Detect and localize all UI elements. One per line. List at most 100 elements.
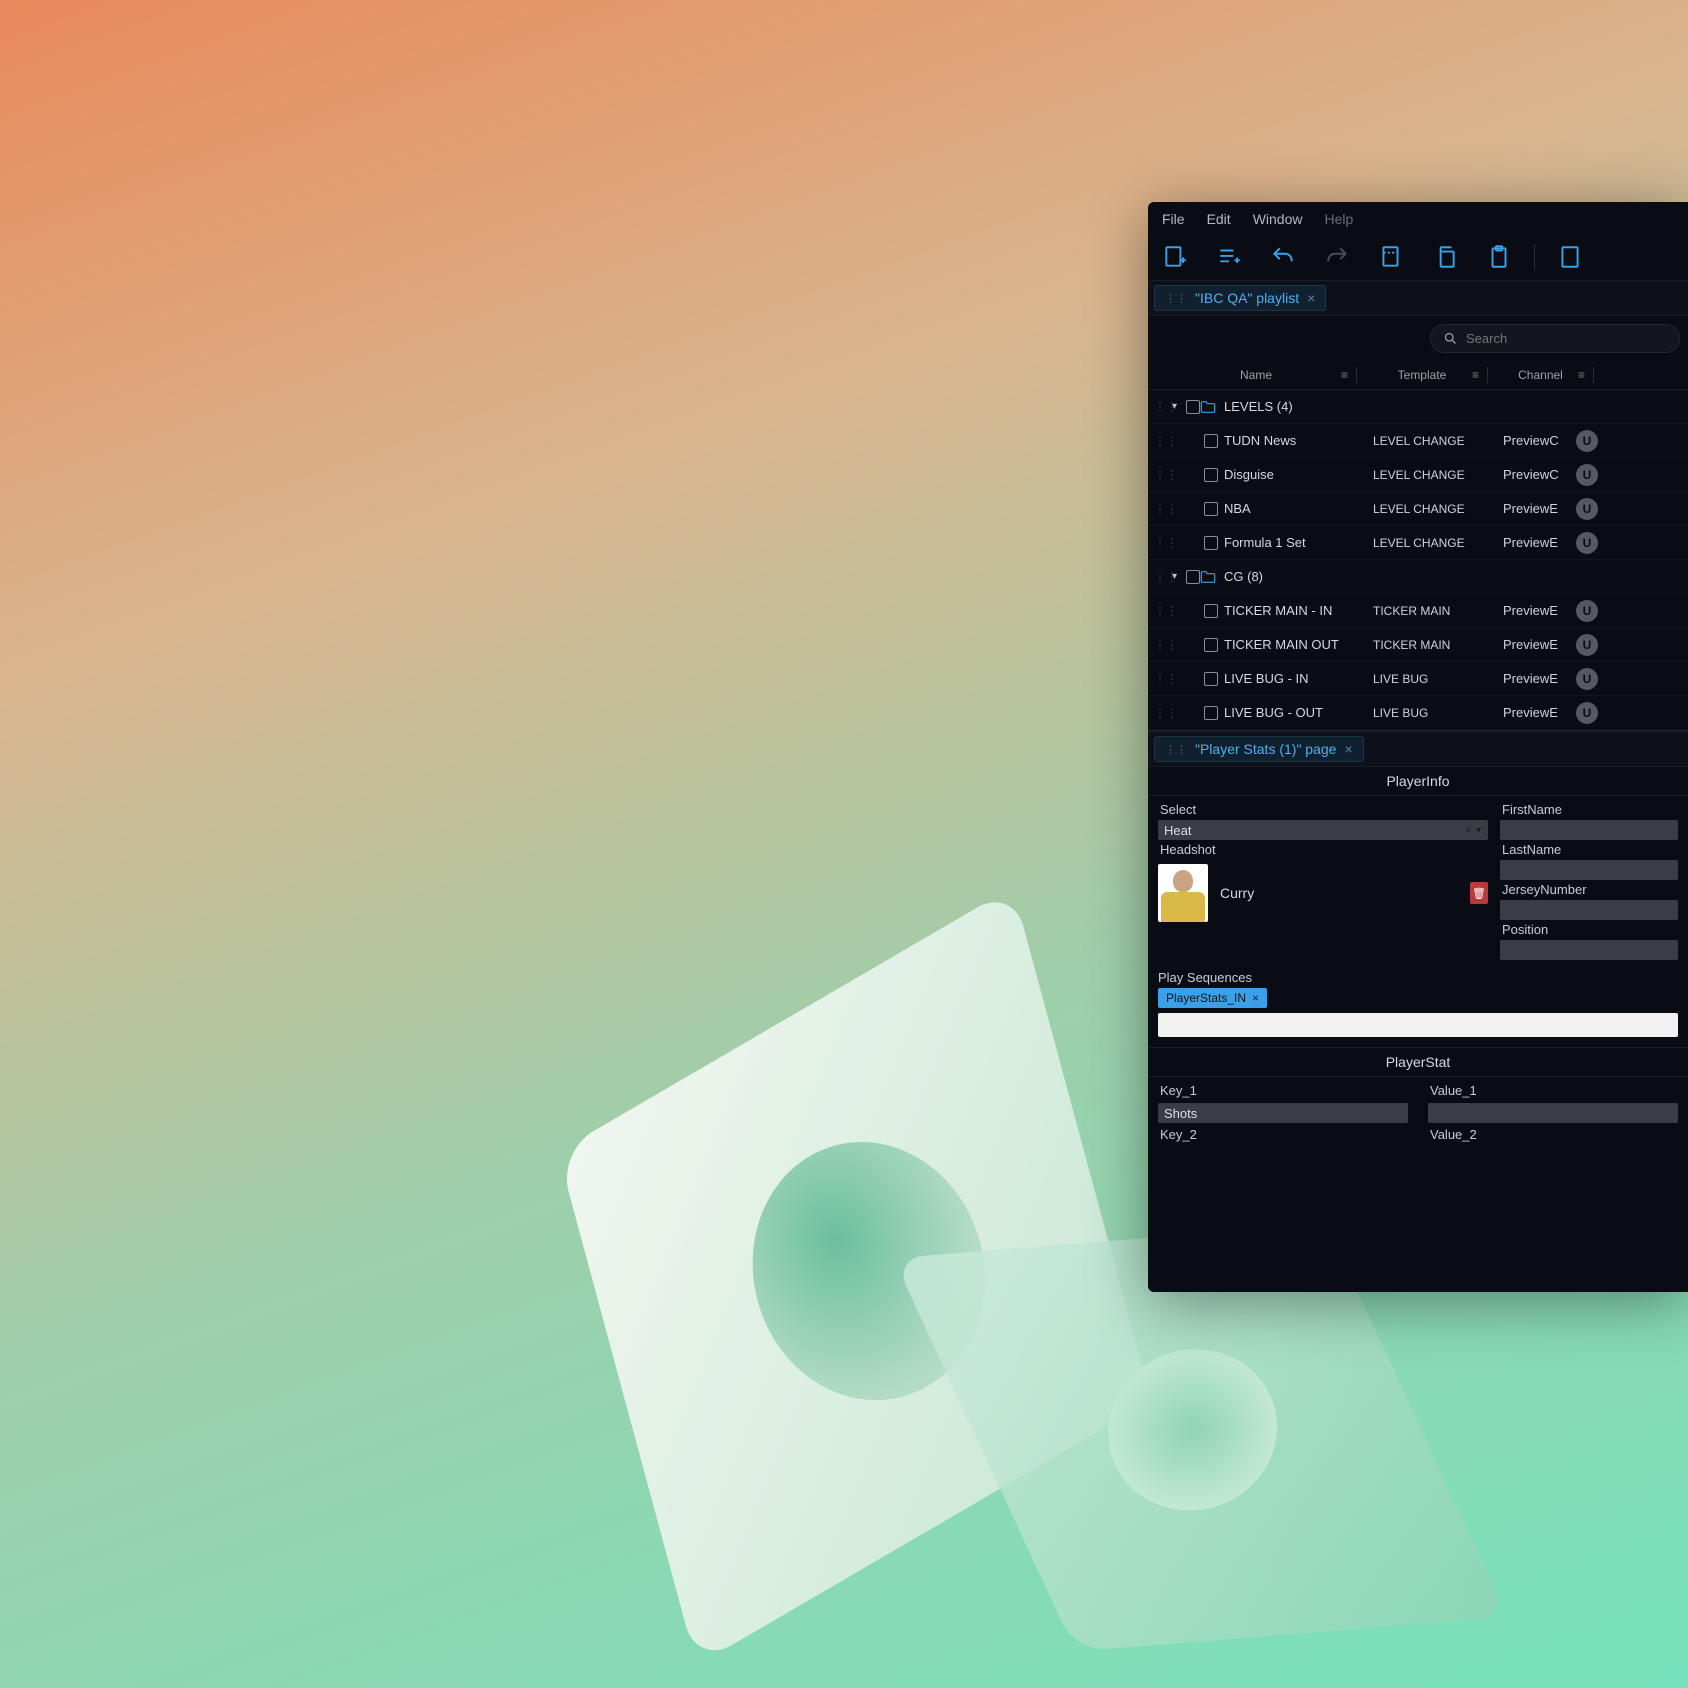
checkbox[interactable] (1186, 570, 1200, 584)
table-row[interactable]: ⋮⋮ TICKER MAIN OUT TICKER MAIN PreviewE … (1148, 628, 1688, 662)
drag-grip-icon[interactable]: ⋮⋮ (1154, 400, 1172, 414)
section-playerinfo: PlayerInfo (1148, 767, 1688, 796)
col-menu-icon[interactable]: ≡ (1341, 368, 1348, 382)
table-row[interactable]: ⋮⋮ LIVE BUG - IN LIVE BUG PreviewE U (1148, 662, 1688, 696)
drag-grip-icon[interactable]: ⋮⋮ (1154, 604, 1172, 618)
group-row[interactable]: ⋮⋮ ▾ CG (8) (1148, 560, 1688, 594)
chip-close-icon[interactable]: × (1252, 991, 1259, 1005)
checkbox[interactable] (1204, 468, 1218, 482)
position-input[interactable] (1500, 940, 1678, 960)
headshot-label: Headshot (1158, 840, 1488, 860)
menu-help[interactable]: Help (1324, 211, 1353, 227)
checkbox[interactable] (1204, 502, 1218, 516)
engine-badge: U (1576, 464, 1598, 486)
search-input[interactable] (1466, 331, 1667, 346)
table-row[interactable]: ⋮⋮ Formula 1 Set LEVEL CHANGE PreviewE U (1148, 526, 1688, 560)
jersey-input[interactable] (1500, 900, 1678, 920)
engine-badge: U (1576, 498, 1598, 520)
close-icon[interactable]: × (1344, 741, 1352, 757)
firstname-input[interactable] (1500, 820, 1678, 840)
tab-page[interactable]: ⋮⋮ "Player Stats (1)" page × (1154, 736, 1364, 762)
checkbox[interactable] (1204, 706, 1218, 720)
table-row[interactable]: ⋮⋮ LIVE BUG - OUT LIVE BUG PreviewE U (1148, 696, 1688, 730)
section-playerstat: PlayerStat (1148, 1047, 1688, 1077)
new-page-icon[interactable] (1162, 244, 1188, 270)
playlist-rows: ⋮⋮ ▾ LEVELS (4) ⋮⋮ TUDN News LEVEL CHANG… (1148, 390, 1688, 730)
select-label: Select (1158, 800, 1488, 820)
checkbox[interactable] (1204, 604, 1218, 618)
engine-badge: U (1576, 634, 1598, 656)
drag-grip-icon[interactable]: ⋮⋮ (1154, 672, 1172, 686)
paste-icon[interactable] (1486, 244, 1512, 270)
cut-icon[interactable] (1378, 244, 1404, 270)
drag-grip-icon[interactable]: ⋮⋮ (1154, 536, 1172, 550)
table-row[interactable]: ⋮⋮ TICKER MAIN - IN TICKER MAIN PreviewE… (1148, 594, 1688, 628)
engine-badge: U (1576, 702, 1598, 724)
toolbar (1148, 236, 1688, 280)
col-menu-icon[interactable]: ≡ (1472, 368, 1479, 382)
drag-grip-icon[interactable]: ⋮⋮ (1154, 434, 1172, 448)
drag-grip-icon[interactable]: ⋮⋮ (1165, 292, 1187, 305)
drag-grip-icon[interactable]: ⋮⋮ (1154, 706, 1172, 720)
select-dropdown[interactable]: Heat × ▾ (1158, 820, 1488, 840)
copy-icon[interactable] (1432, 244, 1458, 270)
menu-edit[interactable]: Edit (1207, 211, 1231, 227)
tab-playlist[interactable]: ⋮⋮ "IBC QA" playlist × (1154, 285, 1326, 311)
table-row[interactable]: ⋮⋮ TUDN News LEVEL CHANGE PreviewC U (1148, 424, 1688, 458)
key1-input[interactable]: Shots (1158, 1103, 1408, 1123)
jersey-label: JerseyNumber (1500, 880, 1678, 900)
group-row[interactable]: ⋮⋮ ▾ LEVELS (4) (1148, 390, 1688, 424)
redo-icon (1324, 244, 1350, 270)
chevron-down-icon[interactable]: ▾ (1172, 571, 1186, 582)
checkbox[interactable] (1204, 434, 1218, 448)
tab-label: "Player Stats (1)" page (1195, 741, 1336, 757)
delete-icon[interactable]: 🗑 (1470, 882, 1488, 904)
lastname-label: LastName (1500, 840, 1678, 860)
checkbox[interactable] (1186, 400, 1200, 414)
position-label: Position (1500, 920, 1678, 940)
menu-window[interactable]: Window (1253, 211, 1303, 227)
page-tab-bar: ⋮⋮ "Player Stats (1)" page × (1148, 731, 1688, 767)
add-list-icon[interactable] (1216, 244, 1242, 270)
col-channel[interactable]: Channel (1518, 368, 1563, 382)
sequence-track[interactable] (1158, 1013, 1678, 1037)
folder-icon (1200, 570, 1218, 584)
drag-grip-icon[interactable]: ⋮⋮ (1154, 468, 1172, 482)
headshot-name: Curry (1220, 885, 1254, 901)
menu-bar: File Edit Window Help (1148, 202, 1688, 236)
table-row[interactable]: ⋮⋮ Disguise LEVEL CHANGE PreviewC U (1148, 458, 1688, 492)
drag-grip-icon[interactable]: ⋮⋮ (1154, 638, 1172, 652)
app-window: File Edit Window Help ⋮⋮ "IBC QA" playli… (1148, 202, 1688, 1292)
checkbox[interactable] (1204, 536, 1218, 550)
drag-grip-icon[interactable]: ⋮⋮ (1154, 570, 1172, 584)
search-bar[interactable] (1430, 324, 1680, 353)
firstname-label: FirstName (1500, 800, 1678, 820)
checkbox[interactable] (1204, 672, 1218, 686)
checkbox[interactable] (1204, 638, 1218, 652)
folder-icon (1200, 400, 1218, 414)
tab-label: "IBC QA" playlist (1195, 290, 1299, 306)
drag-grip-icon[interactable]: ⋮⋮ (1165, 743, 1187, 756)
engine-badge: U (1576, 668, 1598, 690)
sequence-chip[interactable]: PlayerStats_IN × (1158, 988, 1267, 1008)
undo-icon[interactable] (1270, 244, 1296, 270)
drag-grip-icon[interactable]: ⋮⋮ (1154, 502, 1172, 516)
document-icon[interactable] (1557, 244, 1583, 270)
col-template[interactable]: Template (1398, 368, 1447, 382)
engine-badge: U (1576, 430, 1598, 452)
search-icon (1443, 331, 1458, 346)
menu-file[interactable]: File (1162, 211, 1185, 227)
lastname-input[interactable] (1500, 860, 1678, 880)
value1-input[interactable] (1428, 1103, 1678, 1123)
col-name[interactable]: Name (1240, 368, 1272, 382)
close-icon[interactable]: × (1307, 290, 1315, 306)
chevron-down-icon[interactable]: ▾ (1172, 401, 1186, 412)
key2-label: Key_2 (1158, 1125, 1408, 1145)
headshot-thumbnail[interactable] (1158, 864, 1208, 922)
playlist-tab-bar: ⋮⋮ "IBC QA" playlist × (1148, 280, 1688, 316)
engine-badge: U (1576, 532, 1598, 554)
value2-label: Value_2 (1428, 1125, 1678, 1145)
col-menu-icon[interactable]: ≡ (1578, 368, 1585, 382)
table-row[interactable]: ⋮⋮ NBA LEVEL CHANGE PreviewE U (1148, 492, 1688, 526)
column-header: Name ≡ Template ≡ Channel ≡ (1148, 361, 1688, 390)
